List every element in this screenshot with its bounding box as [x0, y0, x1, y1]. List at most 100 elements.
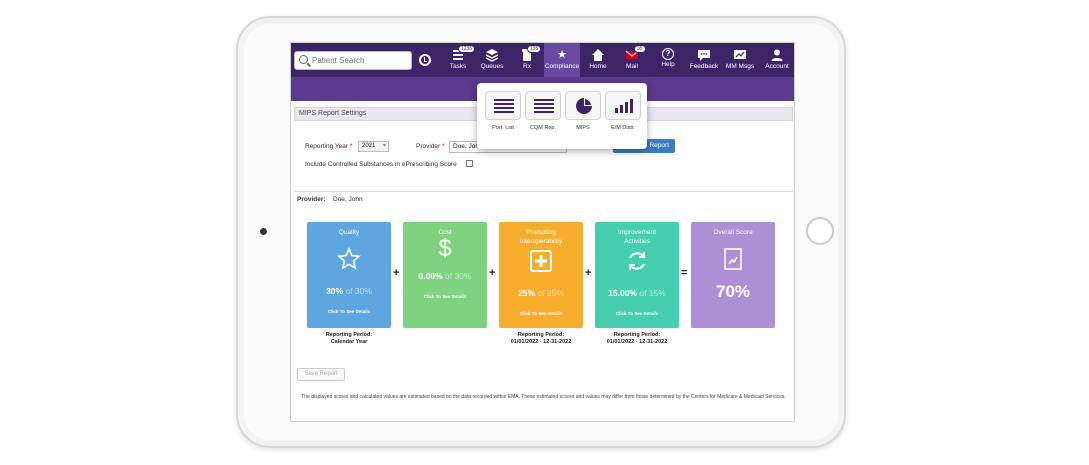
nav-help[interactable]: ? Help — [655, 43, 681, 77]
dropdown-item-tile — [525, 91, 561, 120]
nav-feedback-label: Feedback — [689, 63, 719, 70]
card-details-link[interactable]: Click To See Details — [307, 309, 391, 314]
dropdown-item-mips[interactable]: MIPS — [565, 91, 601, 131]
history-icon[interactable] — [419, 54, 431, 66]
controlled-substances-checkbox[interactable] — [466, 160, 473, 167]
card-score: 25% of 25% — [499, 288, 583, 298]
home-icon — [592, 49, 604, 61]
nav-queues-label: Queues — [480, 63, 504, 70]
feedback-icon — [698, 50, 710, 61]
list-icon — [494, 99, 514, 113]
mail-badge: 35 — [634, 45, 646, 53]
account-icon — [771, 49, 783, 61]
reporting-year-label: Reporting Year * — [305, 143, 353, 150]
overall-score-card: Overall Score 70% — [691, 222, 775, 328]
score-max: of 15% — [637, 288, 666, 298]
dropdown-item-tile — [605, 91, 641, 120]
plus-box-icon — [530, 250, 552, 272]
plus-operator: + — [393, 267, 400, 279]
nav-mail[interactable]: 35 Mail — [618, 43, 646, 77]
card-title: Improvement Activities — [618, 229, 656, 245]
search-icon — [299, 55, 308, 64]
nav-queues[interactable]: Queues — [476, 43, 508, 77]
section-divider — [294, 191, 793, 192]
top-navigation-bar: 1235 Tasks Queues 135 Rx ★ Compliance Ho… — [291, 43, 794, 77]
nav-mm-msgs-label: MM Msgs — [725, 63, 755, 70]
bar-chart-icon — [615, 99, 633, 113]
camera-dot — [260, 228, 267, 235]
quality-card[interactable]: Quality 30% of 30% Click To See Details — [307, 222, 391, 328]
period-value: Calendar Year — [330, 339, 368, 345]
patient-search[interactable] — [294, 51, 412, 70]
period-label: Reporting Period: — [517, 332, 565, 338]
score-value: 0.00% — [418, 271, 443, 281]
card-score: 15.00% of 15% — [595, 288, 679, 298]
period-label: Reporting Period: — [325, 332, 373, 338]
nav-compliance-label: Compliance — [544, 63, 580, 70]
app-screen: 1235 Tasks Queues 135 Rx ★ Compliance Ho… — [290, 42, 795, 422]
dropdown-item-tile — [565, 91, 601, 120]
card-title: Overall Score — [713, 229, 753, 236]
home-hardware-button[interactable] — [806, 217, 834, 245]
nav-account[interactable]: Account — [761, 43, 793, 77]
equals-operator: = — [681, 267, 688, 279]
dropdown-item-label: MIPS — [576, 125, 590, 131]
card-title: Quality — [338, 229, 360, 236]
period-value: 01/01/2022 - 12-31-2022 — [606, 339, 668, 345]
score-value: 30% — [326, 286, 344, 296]
save-report-button[interactable]: Save Report — [297, 368, 345, 381]
report-icon — [724, 248, 742, 270]
promoting-interoperability-card[interactable]: Promoting Interoperability 25% of 25% Cl… — [499, 222, 583, 328]
dollar-icon: $ — [438, 235, 452, 262]
score-value: 25% — [518, 288, 536, 298]
dropdown-item-label: E/M Distr. — [611, 125, 635, 131]
reporting-period-interoperability: Reporting Period: 01/01/2022 - 12-31-2022 — [499, 332, 583, 346]
period-value: 01/01/2022 - 12-31-2022 — [510, 339, 572, 345]
refresh-icon — [629, 252, 645, 270]
nav-compliance[interactable]: ★ Compliance — [544, 43, 580, 77]
reporting-year-select[interactable]: 2021 — [358, 141, 389, 152]
nav-tasks-label: Tasks — [449, 63, 467, 70]
dropdown-item-cqm-rep[interactable]: CQM Rep. — [525, 91, 561, 131]
patient-search-input[interactable] — [312, 53, 410, 68]
card-score: 0.00% of 30% — [403, 271, 487, 281]
plus-operator: + — [489, 267, 496, 279]
reporting-period-quality: Reporting Period: Calendar Year — [307, 332, 391, 346]
rx-badge: 135 — [527, 45, 542, 53]
card-score: 30% of 30% — [307, 286, 391, 296]
card-details-link[interactable]: Click To See Details — [499, 311, 583, 316]
report-provider-label: Provider: — [297, 196, 326, 203]
list-icon — [534, 99, 554, 113]
dropdown-item-port-list[interactable]: Port. List — [485, 91, 521, 131]
nav-rx-label: Rx — [523, 63, 531, 70]
help-icon: ? — [662, 48, 674, 60]
improvement-activities-card[interactable]: Improvement Activities 15.00% of 15% Cli… — [595, 222, 679, 328]
nav-mm-msgs[interactable]: MM Msgs — [723, 43, 757, 77]
nav-help-label: Help — [661, 61, 675, 68]
nav-tasks[interactable]: 1235 Tasks — [443, 43, 476, 77]
provider-label: Provider * — [416, 143, 445, 150]
messages-icon — [734, 50, 746, 59]
dropdown-item-em-distr[interactable]: E/M Distr. — [605, 91, 641, 131]
dropdown-item-label: Port. List — [492, 125, 514, 131]
nav-mail-label: Mail — [626, 63, 638, 70]
tasks-badge: 1235 — [458, 45, 476, 53]
nav-rx[interactable]: 135 Rx — [514, 43, 542, 77]
cost-card[interactable]: Cost $ 0.00% of 30% Click To See Details — [403, 222, 487, 328]
nav-home[interactable]: Home — [584, 43, 612, 77]
score-max: of 30% — [442, 271, 472, 281]
plus-operator: + — [585, 267, 592, 279]
provider-label-text: Provider — [416, 143, 441, 150]
card-details-link[interactable]: Click To See Details — [595, 311, 679, 316]
period-label: Reporting Period: — [613, 332, 661, 338]
disclaimer-text: The displayed scores and calculated valu… — [301, 394, 786, 400]
report-provider-value: Doe, John — [333, 196, 363, 203]
nav-feedback[interactable]: Feedback — [688, 43, 720, 77]
overall-score-value: 70% — [715, 282, 751, 301]
star-icon — [337, 247, 361, 270]
card-details-link[interactable]: Click To See Details — [403, 294, 487, 299]
score-max: of 25% — [535, 288, 564, 298]
score-value: 15.00% — [608, 288, 637, 298]
reporting-year-label-text: Reporting Year — [305, 143, 349, 150]
star-icon: ★ — [557, 49, 567, 61]
